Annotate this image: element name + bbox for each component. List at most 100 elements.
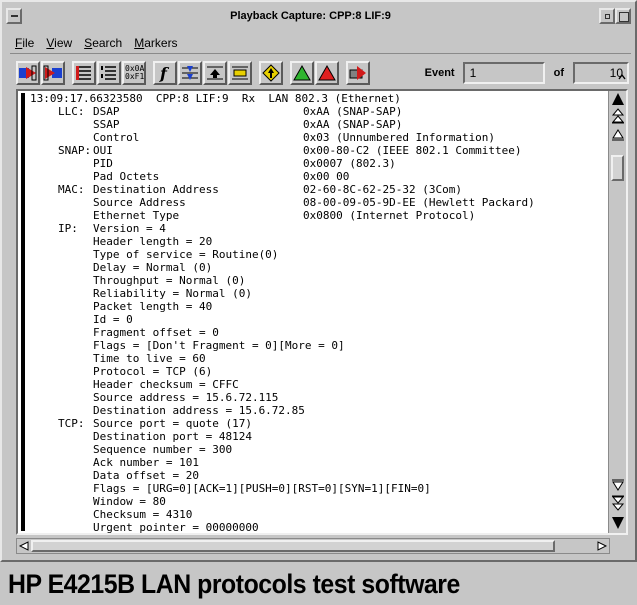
title-bar[interactable]: Playback Capture: CPP:8 LIF:9 (6, 6, 631, 26)
field-name: Throughput = Normal (0) (93, 274, 246, 287)
detail-view-button[interactable] (97, 61, 121, 85)
vertical-scroll-thumb[interactable] (611, 155, 624, 181)
protocol-layer-label: SNAP: (58, 144, 92, 157)
menu-file[interactable]: File (10, 36, 39, 50)
field-value: 0x0800 (Internet Protocol) (303, 209, 476, 222)
line-down-button[interactable] (610, 477, 626, 493)
field-name: Source port = quote (17) (93, 417, 252, 430)
field-name: DSAP (93, 105, 120, 118)
packet-field-row[interactable]: Type of service = Routine(0) (30, 248, 535, 261)
event-total-field: 10 (573, 62, 629, 84)
packet-field-row[interactable]: MAC: Destination Address 02-60-8C-62-25-32… (30, 183, 535, 196)
field-name: SSAP (93, 118, 120, 131)
packet-field-row[interactable]: Ack number = 101 (30, 456, 535, 469)
page-up-button[interactable] (610, 108, 626, 124)
field-value: 08-00-09-05-9D-EE (Hewlett Packard) (303, 196, 535, 209)
packet-field-row[interactable]: Throughput = Normal (0) (30, 274, 535, 287)
scroll-left-button[interactable] (17, 539, 31, 553)
packet-field-row[interactable]: Urgent pointer = 00000000 (30, 521, 535, 533)
minimize-icon[interactable] (599, 8, 615, 24)
scroll-to-top-button[interactable] (610, 91, 626, 107)
packet-header-line: 13:09:17.66323580 CPP:8 LIF:9 Rx LAN 802… (30, 92, 401, 105)
up-arrow-icon (612, 129, 624, 141)
packet-field-row[interactable]: SSAP 0xAA (SNAP-SAP) (30, 118, 535, 131)
menu-view-label: iew (54, 35, 73, 50)
scroll-to-bottom-button[interactable] (610, 515, 626, 531)
horizontal-scrollbar[interactable] (16, 538, 610, 554)
protocol-stack-button[interactable] (178, 61, 202, 85)
packet-field-row[interactable]: Checksum = 4310 (30, 508, 535, 521)
menu-file-label: ile (22, 35, 35, 50)
packet-field-row[interactable]: TCP: Source port = quote (17) (30, 417, 535, 430)
packet-field-row[interactable]: Ethernet Type 0x0800 (Internet Protocol) (30, 209, 535, 222)
field-name: Ethernet Type (93, 209, 180, 222)
menu-search[interactable]: Search (79, 36, 127, 50)
protocol-layer-label: IP: (58, 222, 78, 235)
marker-down-button[interactable] (228, 61, 252, 85)
packet-field-row[interactable]: SNAP: OUI 0x00-80-C2 (IEEE 802.1 Committee… (30, 144, 535, 157)
packet-field-row[interactable]: Source address = 15.6.72.115 (30, 391, 535, 404)
field-name: Time to live = 60 (93, 352, 206, 365)
packet-field-row[interactable]: Protocol = TCP (6) (30, 365, 535, 378)
packet-field-row[interactable]: Destination address = 15.6.72.85 (30, 404, 535, 417)
packet-detail-pane: 13:09:17.66323580 CPP:8 LIF:9 Rx LAN 802… (16, 89, 628, 535)
scroll-right-button[interactable] (595, 539, 609, 553)
field-name: Source address = 15.6.72.115 (93, 391, 279, 404)
window-menu-icon[interactable] (6, 8, 22, 24)
field-name: Version = 4 (93, 222, 166, 235)
menu-search-label: earch (92, 35, 123, 50)
packet-field-row[interactable]: Pad Octets 0x00 00 (30, 170, 535, 183)
goto-event-button[interactable] (259, 61, 283, 85)
playback-import-button[interactable] (16, 61, 40, 85)
maximize-icon[interactable] (615, 8, 631, 24)
packet-field-row[interactable]: Reliability = Normal (0) (30, 287, 535, 300)
detail-view-icon (101, 66, 116, 80)
summary-view-button[interactable] (72, 61, 96, 85)
packet-field-row[interactable]: Data offset = 20 (30, 469, 535, 482)
playback-export-icon (43, 65, 62, 81)
protocol-layer-label: MAC: (58, 183, 85, 196)
vertical-scrollbar[interactable] (608, 91, 626, 533)
packet-field-row[interactable]: Fragment offset = 0 (30, 326, 535, 339)
packet-field-row[interactable]: LLC: DSAP 0xAA (SNAP-SAP) (30, 105, 535, 118)
playback-capture-window: Playback Capture: CPP:8 LIF:9 File View … (0, 0, 637, 562)
packet-field-row[interactable]: Header checksum = CFFC (30, 378, 535, 391)
packet-field-row[interactable]: Flags = [Don't Fragment = 0][More = 0] (30, 339, 535, 352)
packet-field-row[interactable]: Packet length = 40 (30, 300, 535, 313)
field-name: Sequence number = 300 (93, 443, 233, 456)
menu-markers[interactable]: Markers (129, 36, 182, 50)
packet-field-row[interactable]: Header length = 20 (30, 235, 535, 248)
packet-field-row[interactable]: Time to live = 60 (30, 352, 535, 365)
event-marker-bar (21, 93, 25, 531)
packet-field-row[interactable]: Flags = [URG=0][ACK=1][PUSH=0][RST=0][SY… (30, 482, 535, 495)
packet-field-row[interactable]: Delay = Normal (0) (30, 261, 535, 274)
toolbar: 0x0A 0xF1 f Event 1 of 10 (16, 59, 629, 87)
field-value: 0xAA (SNAP-SAP) (303, 118, 403, 131)
packet-field-row[interactable]: Destination port = 48124 (30, 430, 535, 443)
print-capture-button[interactable] (346, 61, 370, 85)
menu-view[interactable]: View (41, 36, 77, 50)
packet-field-row[interactable]: Window = 80 (30, 495, 535, 508)
packet-field-row[interactable]: IP: Version = 4 (30, 222, 535, 235)
field-name: Source Address (93, 196, 186, 209)
packet-field-row[interactable]: Control 0x03 (Unnumbered Information) (30, 131, 535, 144)
menu-markers-label: arkers (144, 35, 178, 50)
field-name: Urgent pointer = 00000000 (93, 521, 259, 533)
field-value: 0x0007 (802.3) (303, 157, 396, 170)
playback-export-button[interactable] (41, 61, 65, 85)
filter-function-button[interactable]: f (153, 61, 177, 85)
page-down-button[interactable] (610, 495, 626, 511)
double-down-icon (611, 495, 625, 511)
green-flag-button[interactable] (290, 61, 314, 85)
packet-field-row[interactable]: Sequence number = 300 (30, 443, 535, 456)
red-flag-button[interactable] (315, 61, 339, 85)
playback-import-icon (19, 65, 37, 81)
marker-up-button[interactable] (203, 61, 227, 85)
line-up-button[interactable] (610, 127, 626, 143)
event-number-input[interactable]: 1 (462, 62, 545, 84)
packet-field-row[interactable]: Id = 0 (30, 313, 535, 326)
hex-view-button[interactable]: 0x0A 0xF1 (122, 61, 146, 85)
horizontal-scroll-thumb[interactable] (31, 540, 555, 552)
packet-field-row[interactable]: Source Address 08-00-09-05-9D-EE (Hewlett… (30, 196, 535, 209)
packet-field-row[interactable]: PID 0x0007 (802.3) (30, 157, 535, 170)
